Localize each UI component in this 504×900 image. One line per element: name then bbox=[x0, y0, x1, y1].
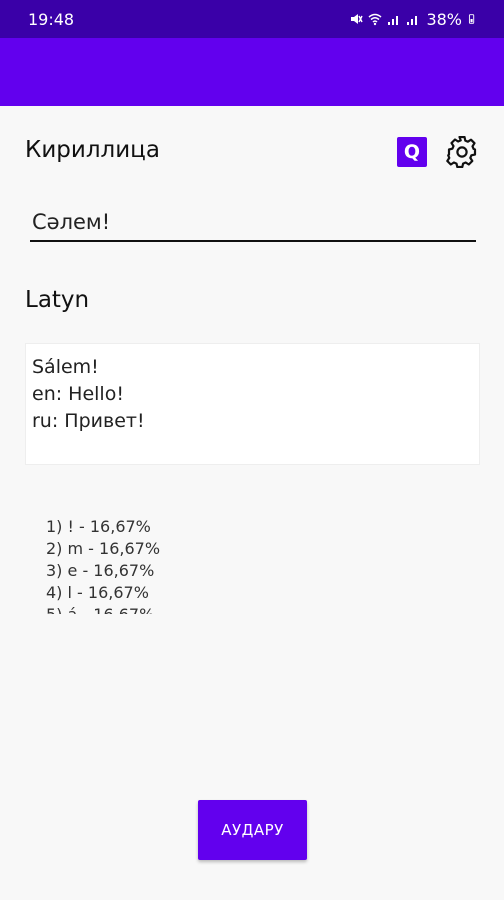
mute-icon bbox=[351, 14, 364, 24]
status-icons bbox=[349, 12, 420, 26]
output-line: ru: Привет! bbox=[32, 410, 145, 432]
battery-percent: 38% bbox=[426, 9, 462, 29]
battery-icon bbox=[468, 14, 475, 24]
output-line: en: Hello! bbox=[32, 383, 124, 405]
translate-button[interactable]: АУДАРУ bbox=[198, 800, 307, 860]
frequency-item: 1) ! - 16,67% bbox=[46, 517, 151, 536]
frequency-item: 2) m - 16,67% bbox=[46, 539, 161, 558]
frequency-list: 1) ! - 16,67% 2) m - 16,67% 3) e - 16,67… bbox=[46, 516, 246, 614]
settings-button[interactable] bbox=[445, 135, 479, 169]
q-button[interactable]: Q bbox=[397, 137, 427, 167]
frequency-item: 4) l - 16,67% bbox=[46, 583, 149, 602]
source-script-title: Кириллица bbox=[25, 137, 160, 163]
cyrillic-input[interactable] bbox=[30, 204, 476, 240]
status-bar: 19:48 38% bbox=[0, 0, 504, 38]
gear-icon bbox=[446, 136, 477, 168]
latin-output-box: Sálem! en: Hello! ru: Привет! bbox=[25, 343, 480, 465]
signal-icon bbox=[388, 16, 399, 25]
frequency-item: 3) e - 16,67% bbox=[46, 561, 155, 580]
wifi-icon bbox=[368, 13, 382, 26]
latin-title: Latyn bbox=[25, 287, 90, 313]
cyrillic-input-wrapper bbox=[30, 204, 476, 242]
status-right: 38% bbox=[349, 10, 478, 29]
status-time: 19:48 bbox=[28, 9, 75, 29]
output-line: Sálem! bbox=[32, 356, 99, 378]
main-content: Кириллица Q Latyn Sálem! en: Hello! ru: … bbox=[0, 106, 504, 900]
frequency-item: 5) á - 16,67% bbox=[46, 604, 246, 614]
signal-icon bbox=[407, 16, 418, 25]
app-bar bbox=[0, 38, 504, 106]
